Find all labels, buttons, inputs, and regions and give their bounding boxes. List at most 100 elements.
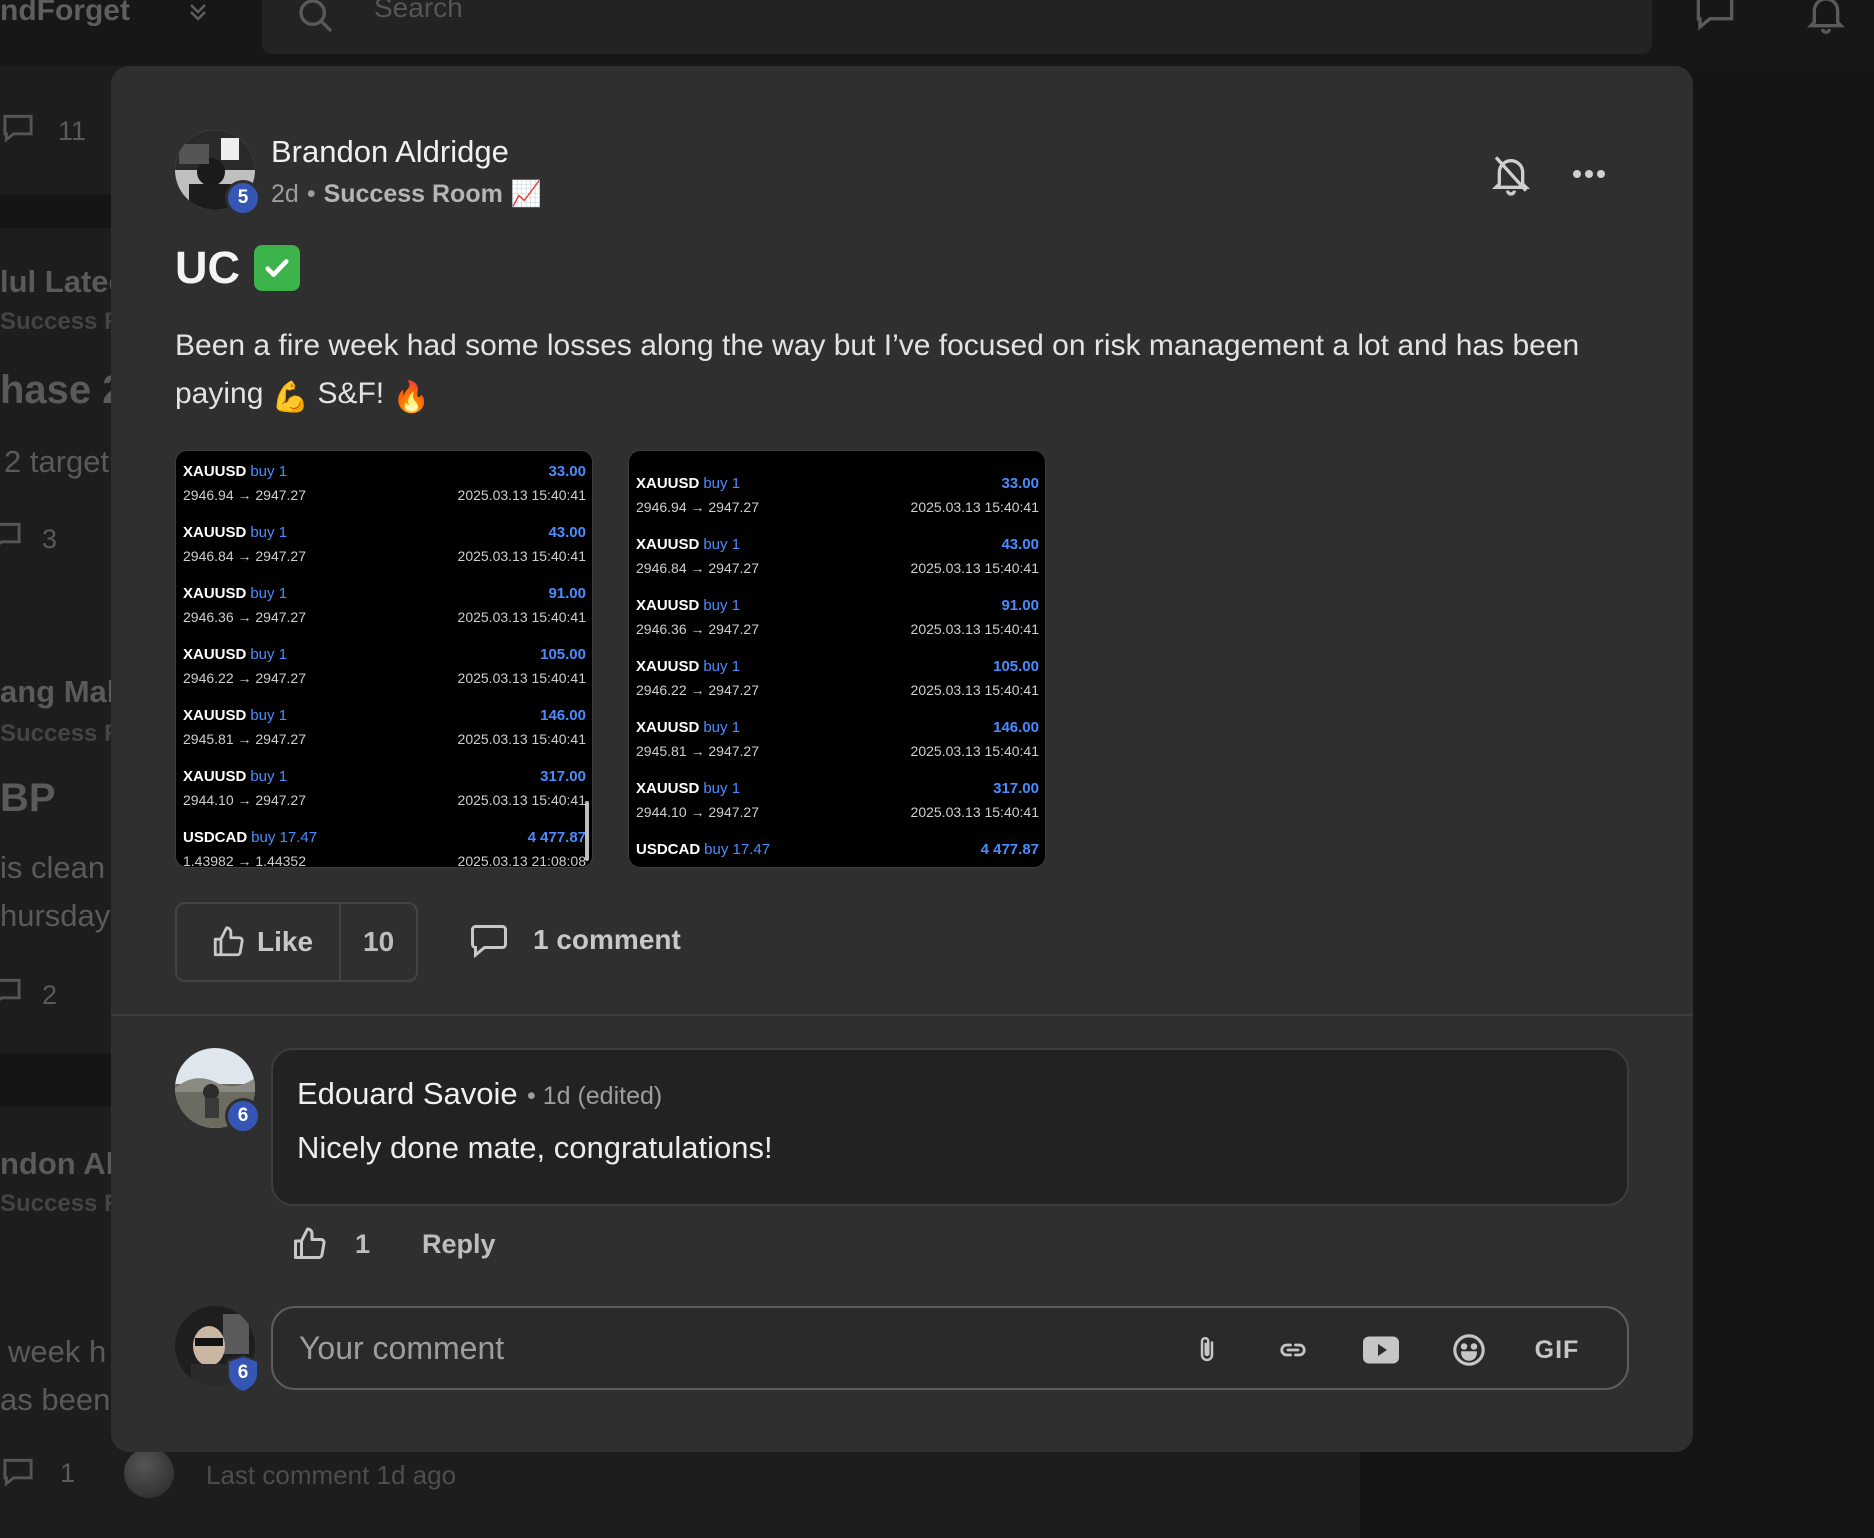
trade-direction: buy 1 <box>703 475 741 492</box>
trade-symbol: XAUUSD buy 1 <box>636 780 741 797</box>
trade-direction: buy 1 <box>703 536 741 553</box>
trade-symbol: XAUUSD buy 1 <box>183 524 288 541</box>
like-button[interactable]: Like <box>177 904 342 980</box>
trade-profit: 317.00 <box>993 780 1039 797</box>
thumbs-up-icon <box>213 926 244 957</box>
post-image-1[interactable]: XAUUSD buy 1 2946.94 → 2947.27 33.00 2025.03… <box>175 450 593 868</box>
trade-profit: 4 477.87 <box>527 829 586 846</box>
trade-time: 2025.03.13 15:40:41 <box>910 621 1039 637</box>
trade-prices: 2946.36 → 2947.27 <box>183 609 306 625</box>
trade-profit: 105.00 <box>540 646 586 663</box>
trade-prices: 2946.22 → 2947.27 <box>183 670 306 686</box>
room-emoji: 📈 <box>510 180 542 208</box>
chat-icon[interactable] <box>1692 0 1738 32</box>
trade-prices: 2946.94 → 2947.27 <box>636 499 759 515</box>
trade-prices: 2946.84 → 2947.27 <box>183 548 306 564</box>
trade-row: USDCADbuy 17.47 1.43982 → 1.44352 4 477.87… <box>176 823 592 868</box>
comment-count-label: 1 comment <box>533 924 681 955</box>
search-placeholder: Search <box>374 0 463 23</box>
post-meta: 2d • Success Room 📈 <box>271 180 542 209</box>
more-icon[interactable] <box>1569 158 1609 190</box>
comment-text: Nicely done mate, congratulations! <box>297 1130 773 1165</box>
comment-like-count: 1 <box>355 1228 371 1259</box>
trade-symbol: USDCAD buy 17.47 <box>183 829 318 846</box>
chevron-down-icon[interactable] <box>186 0 210 24</box>
trade-direction: buy 1 <box>250 463 288 480</box>
card-body-line: as been <box>0 1382 111 1417</box>
gif-button[interactable]: GIF <box>1529 1330 1585 1370</box>
trade-row: XAUUSD buy 1 2946.94 → 2947.27 33.00 2025.03… <box>176 457 592 518</box>
comment-bubble: Edouard Savoie • 1d (edited) Nicely done… <box>271 1048 1629 1206</box>
like-label: Like <box>257 926 314 957</box>
thumbs-up-icon[interactable] <box>291 1226 327 1262</box>
trade-profit: 43.00 <box>548 524 586 541</box>
trade-row: XAUUSD buy 1 2945.81 → 2947.27 146.00 2025.0… <box>176 701 592 762</box>
trade-profit: 146.00 <box>540 707 586 724</box>
card-author: lul Latee <box>0 264 126 299</box>
like-count[interactable]: 10 <box>341 904 416 980</box>
trade-symbol: XAUUSD buy 1 <box>636 536 741 553</box>
trade-direction: buy 1 <box>703 658 741 675</box>
trade-prices: 2946.94 → 2947.27 <box>183 487 306 503</box>
comment-input[interactable] <box>299 1326 1119 1370</box>
trade-profit: 91.00 <box>548 585 586 602</box>
card-title: hase 2 <box>0 368 125 412</box>
post-image-2[interactable]: XAUUSD buy 1 2946.94 → 2947.27 33.00 2025.03… <box>628 450 1046 868</box>
video-icon[interactable] <box>1361 1330 1401 1370</box>
trade-profit: 4 477.87 <box>980 841 1039 858</box>
post-title-text: UC <box>175 242 240 293</box>
link-icon[interactable] <box>1273 1330 1313 1370</box>
notifications-icon[interactable] <box>1806 0 1846 36</box>
trade-profit: 146.00 <box>993 719 1039 736</box>
post-body-text-2: S&F! <box>317 377 385 410</box>
search-bar[interactable] <box>262 0 1652 54</box>
trade-time: 2025.03.13 15:40:41 <box>457 487 586 503</box>
trade-time: 2025.03.13 15:40:41 <box>910 499 1039 515</box>
trade-profit: 33.00 <box>548 463 586 480</box>
trade-symbol: XAUUSD buy 1 <box>636 597 741 614</box>
trade-direction: buy 1 <box>250 585 288 602</box>
comment-icon <box>0 978 21 1001</box>
comment-icon <box>3 114 33 143</box>
card-body-line: is clean <box>0 850 106 885</box>
trade-row: XAUUSD buy 1 2946.84 → 2947.27 43.00 2025.03… <box>176 518 592 579</box>
trade-row: USDCADbuy 17.47 1.43982 → 1.44352 4 477.87… <box>629 835 1045 867</box>
level-badge: 6 <box>225 1098 261 1134</box>
comment-author[interactable]: Edouard Savoie <box>297 1076 518 1112</box>
paperclip-icon[interactable] <box>1187 1330 1227 1370</box>
author-name[interactable]: Brandon Aldridge <box>271 134 509 170</box>
trade-row: XAUUSD buy 1 2944.10 → 2947.27 317.00 2025.0… <box>629 774 1045 835</box>
trade-time: 2025.03.13 15:40:41 <box>457 792 586 808</box>
card-body: 2 target <box>4 444 110 479</box>
trade-prices: 2945.81 → 2947.27 <box>636 743 759 759</box>
trade-time: 2025.03.13 21:08:08 <box>457 853 586 868</box>
trade-row: XAUUSD buy 1 2944.10 → 2947.27 317.00 2025.0… <box>176 762 592 823</box>
level-badge: 6 <box>225 1354 261 1394</box>
trade-symbol: USDCAD buy 17.47 <box>636 841 771 858</box>
trade-symbol: XAUUSD buy 1 <box>183 585 288 602</box>
room-link[interactable]: Success Room <box>324 180 503 209</box>
trade-symbol: XAUUSD buy 1 <box>183 707 288 724</box>
card-room: Success R <box>0 308 122 335</box>
level-number: 6 <box>237 1362 249 1383</box>
community-name[interactable]: ndForget <box>0 0 130 28</box>
reply-button[interactable]: Reply <box>422 1229 496 1260</box>
comments-button[interactable]: 1 comment <box>469 922 681 958</box>
trade-symbol: XAUUSD buy 1 <box>183 463 288 480</box>
trade-symbol: XAUUSD buy 1 <box>183 646 288 663</box>
trade-profit: 105.00 <box>993 658 1039 675</box>
trade-prices: 2945.81 → 2947.27 <box>183 731 306 747</box>
trade-symbol: XAUUSD buy 1 <box>183 768 288 785</box>
divider <box>111 1014 1693 1016</box>
trade-time: 2025.03.13 21:08:08 <box>911 865 1039 867</box>
trade-direction: buy 1 <box>250 707 288 724</box>
trade-profit: 91.00 <box>1001 597 1039 614</box>
scrollbar-thumb[interactable] <box>585 801 589 861</box>
comment-count: 2 <box>42 980 58 1010</box>
bell-off-icon[interactable] <box>1491 152 1531 196</box>
trade-direction: buy 1 <box>703 780 741 797</box>
emoji-icon[interactable] <box>1449 1330 1489 1370</box>
card-author: ang Mah <box>0 674 126 709</box>
trade-time: 2025.03.13 15:40:41 <box>457 670 586 686</box>
comment-icon <box>471 925 507 958</box>
